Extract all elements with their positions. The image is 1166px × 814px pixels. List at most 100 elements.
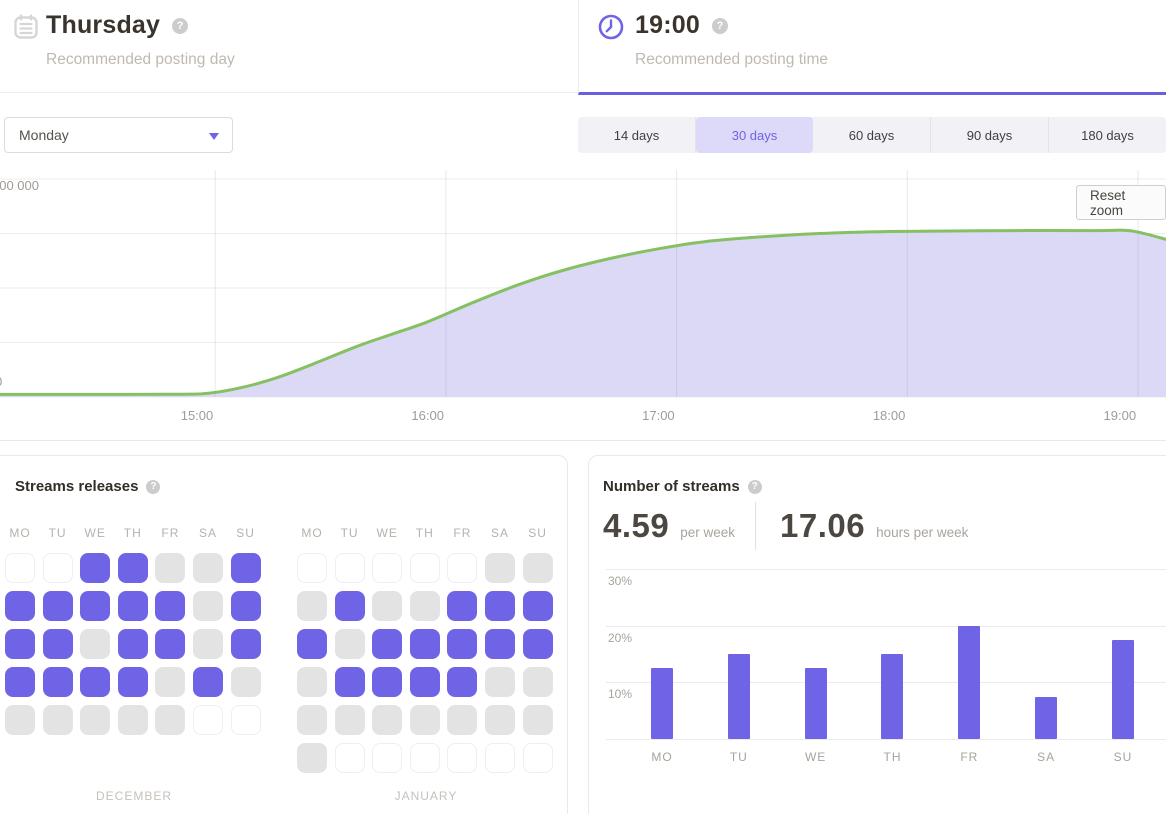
release-cell-release	[410, 629, 440, 659]
section-divider	[0, 440, 1166, 441]
release-cell-release	[118, 629, 148, 659]
x-axis-label: FR	[947, 750, 991, 764]
day-header: MO	[5, 526, 35, 540]
page: Thursday ? Recommended posting day 19:00…	[0, 0, 1166, 814]
release-cell-out-of-range	[523, 743, 553, 773]
help-icon[interactable]: ?	[172, 18, 188, 34]
gridline	[606, 569, 1166, 570]
bar-sa	[1035, 697, 1057, 740]
help-icon[interactable]: ?	[748, 480, 762, 494]
day-header: MO	[297, 526, 327, 540]
release-cell-out-of-range	[193, 705, 223, 735]
number-of-streams-title: Number of streams	[603, 478, 740, 495]
release-cell-release	[523, 591, 553, 621]
release-cell-out-of-range	[485, 743, 515, 773]
release-cell-no-release	[410, 705, 440, 735]
day-header: WE	[80, 526, 110, 540]
release-cell-release	[80, 667, 110, 697]
release-cell-release	[372, 667, 402, 697]
day-header: SU	[523, 526, 553, 540]
day-header: TH	[410, 526, 440, 540]
release-cell-release	[410, 667, 440, 697]
y-axis-label: 20%	[608, 631, 632, 645]
release-cell-release	[43, 629, 73, 659]
release-cell-out-of-range	[447, 743, 477, 773]
month-label: DECEMBER	[5, 789, 263, 803]
tab-30-days[interactable]: 30 days	[696, 117, 813, 153]
release-cell-out-of-range	[5, 553, 35, 583]
release-cell-no-release	[155, 705, 185, 735]
release-cell-no-release	[80, 629, 110, 659]
release-cell-release	[335, 591, 365, 621]
release-cell-release	[43, 591, 73, 621]
release-cell-no-release	[410, 591, 440, 621]
day-header: TU	[43, 526, 73, 540]
day-select[interactable]: Monday	[4, 117, 233, 153]
release-cell-release	[447, 667, 477, 697]
release-cell-no-release	[80, 705, 110, 735]
release-cell-no-release	[193, 591, 223, 621]
stat-label: hours per week	[876, 525, 968, 540]
release-cell-release	[155, 629, 185, 659]
reset-zoom-button[interactable]: Reset zoom	[1076, 185, 1166, 220]
release-cell-out-of-range	[372, 743, 402, 773]
release-cell-release	[231, 591, 261, 621]
tab-180-days[interactable]: 180 days	[1049, 117, 1166, 153]
help-icon[interactable]: ?	[712, 18, 728, 34]
posting-time-chart[interactable]: 15:0016:0017:0018:0019:00200 0000 Reset …	[0, 170, 1166, 440]
day-header: SA	[485, 526, 515, 540]
x-axis-label: 15:00	[181, 408, 214, 423]
stat: 17.06 hours per week	[780, 507, 968, 545]
month-label: JANUARY	[297, 789, 555, 803]
release-cell-no-release	[447, 705, 477, 735]
tab-90-days[interactable]: 90 days	[931, 117, 1049, 153]
help-icon[interactable]: ?	[146, 480, 160, 494]
day-header: WE	[372, 526, 402, 540]
release-cell-release	[43, 667, 73, 697]
gridline	[606, 739, 1166, 740]
x-axis-label: TU	[717, 750, 761, 764]
release-cell-out-of-range	[447, 553, 477, 583]
release-cell-no-release	[523, 705, 553, 735]
release-cell-no-release	[523, 667, 553, 697]
release-cell-no-release	[485, 705, 515, 735]
y-axis-label: 0	[0, 374, 2, 389]
release-cell-no-release	[193, 629, 223, 659]
stat-value: 17.06	[780, 507, 865, 545]
y-axis-label: 200 000	[0, 178, 39, 193]
release-cell-no-release	[155, 553, 185, 583]
posting-time-area-chart[interactable]: 15:0016:0017:0018:0019:00200 0000	[0, 170, 1166, 440]
range-tabs: 14 days30 days60 days90 days180 days	[578, 117, 1166, 153]
gridline	[606, 626, 1166, 627]
tab-60-days[interactable]: 60 days	[813, 117, 931, 153]
release-cell-release	[118, 667, 148, 697]
stat-label: per week	[680, 525, 735, 540]
streams-releases-inner: Streams releases ? MOTUWETHFRSASUDECEMBE…	[1, 456, 567, 814]
bar-tu	[728, 654, 750, 739]
release-cell-no-release	[523, 553, 553, 583]
x-axis-label: 18:00	[873, 408, 906, 423]
release-cell-no-release	[297, 705, 327, 735]
release-cell-out-of-range	[410, 553, 440, 583]
day-header: SA	[193, 526, 223, 540]
stat: 4.59per week	[603, 507, 735, 545]
release-cell-no-release	[372, 705, 402, 735]
release-cell-release	[297, 629, 327, 659]
number-of-streams-inner: Number of streams ? 4.59per week 17.06 hou…	[589, 456, 1166, 814]
release-cell-out-of-range	[231, 705, 261, 735]
x-axis-label: 16:00	[411, 408, 444, 423]
recommended-time-card: 19:00 ? Recommended posting time	[578, 0, 1166, 95]
recommended-time-value: 19:00	[635, 11, 700, 40]
release-cell-no-release	[5, 705, 35, 735]
release-cell-no-release	[335, 705, 365, 735]
release-cell-release	[231, 553, 261, 583]
calendar-icon	[12, 13, 40, 41]
tab-14-days[interactable]: 14 days	[578, 117, 696, 153]
day-header: SU	[231, 526, 261, 540]
release-cell-no-release	[155, 667, 185, 697]
release-cell-no-release	[485, 667, 515, 697]
x-axis-label: 19:00	[1104, 408, 1137, 423]
day-header: TH	[118, 526, 148, 540]
release-cell-no-release	[485, 553, 515, 583]
release-cell-release	[118, 553, 148, 583]
